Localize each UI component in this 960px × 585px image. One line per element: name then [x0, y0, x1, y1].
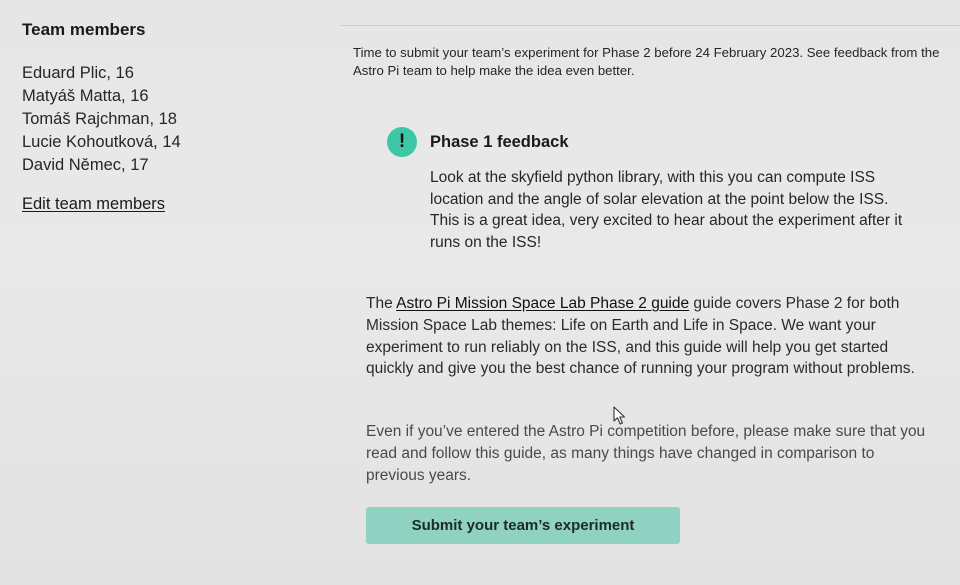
team-member-item: Matyáš Matta, 16 — [22, 87, 149, 105]
team-member-item: Eduard Plic, 16 — [22, 64, 134, 82]
exclamation-icon: ! — [387, 127, 417, 157]
mouse-pointer-icon — [613, 406, 626, 425]
team-member-item: Lucie Kohoutková, 14 — [22, 133, 181, 151]
feedback-title: Phase 1 feedback — [430, 133, 569, 151]
team-member-list: Eduard Plic, 16 Matyáš Matta, 16 Tomáš R… — [22, 62, 322, 177]
content-divider — [340, 25, 960, 26]
team-sidebar: Team members Eduard Plic, 16 Matyáš Matt… — [22, 20, 322, 214]
deadline-notice: Time to submit your team’s experiment fo… — [353, 45, 940, 78]
team-member-item: Tomáš Rajchman, 18 — [22, 110, 177, 128]
guide-prefix: The — [366, 295, 397, 312]
edit-team-members-link[interactable]: Edit team members — [22, 195, 165, 214]
phase2-guide-link[interactable]: Astro Pi Mission Space Lab Phase 2 guide — [396, 295, 689, 312]
team-members-heading: Team members — [22, 20, 146, 39]
previous-entrants-note: Even if you’ve entered the Astro Pi comp… — [366, 423, 926, 484]
guide-paragraph: The Astro Pi Mission Space Lab Phase 2 g… — [366, 293, 926, 380]
submit-experiment-button[interactable]: Submit your team’s experiment — [366, 507, 680, 544]
team-member-item: David Němec, 17 — [22, 156, 149, 174]
feedback-body: Look at the skyfield python library, wit… — [430, 169, 903, 251]
